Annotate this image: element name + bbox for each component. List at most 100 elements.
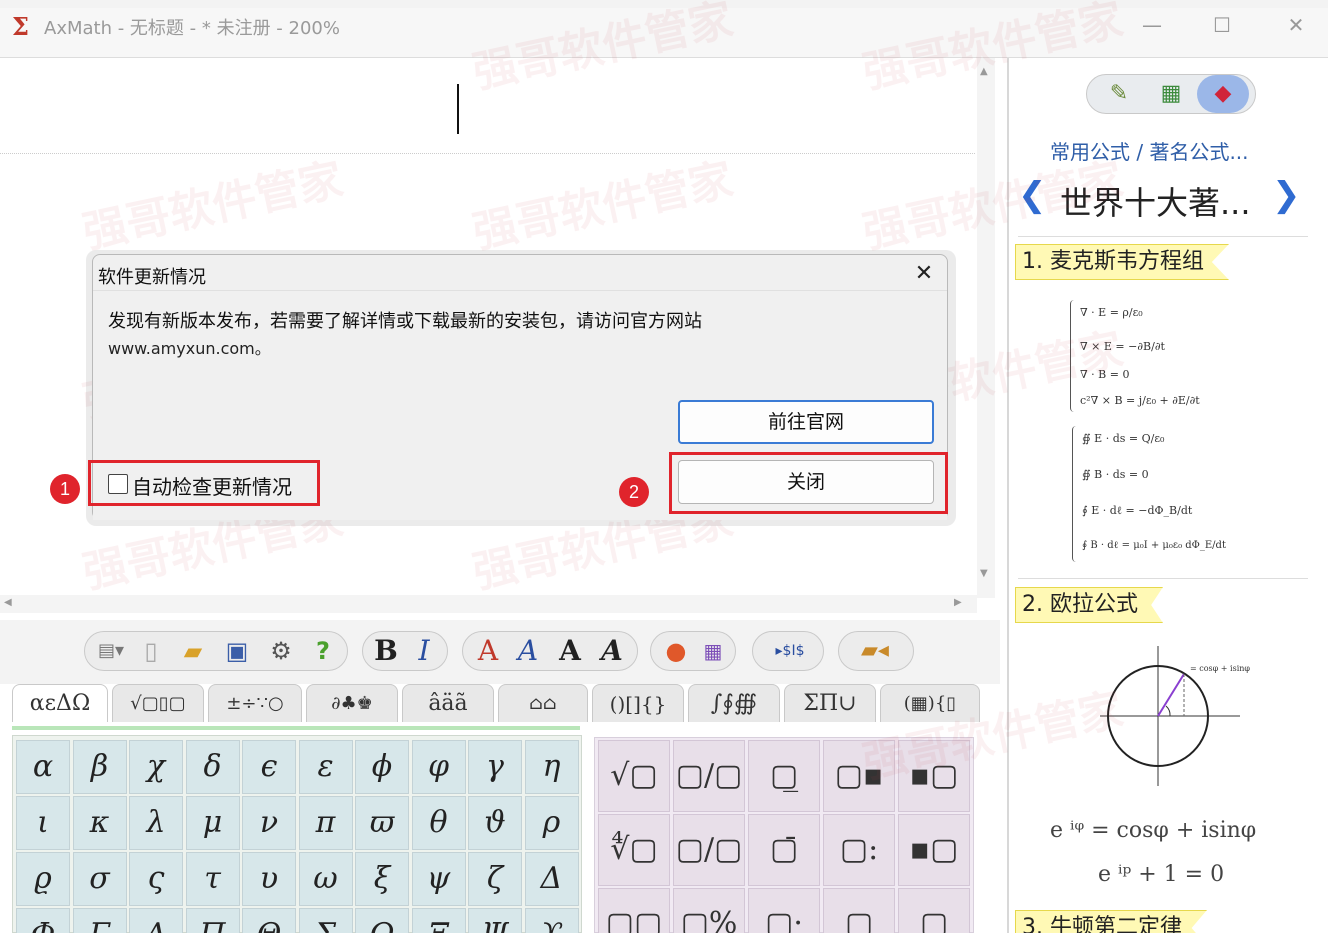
structure-template-button[interactable]: ▢▪ (823, 740, 895, 812)
greek-symbol-button[interactable]: Γ (72, 908, 127, 933)
structure-template-button[interactable]: ∜▢ (598, 814, 670, 886)
greek-symbol-button[interactable]: ψ (411, 852, 466, 906)
greek-symbol-button[interactable]: η (524, 740, 579, 794)
greek-symbol-button[interactable]: σ (72, 852, 127, 906)
greek-symbol-button[interactable]: Ω (355, 908, 409, 933)
greek-symbol-button[interactable]: Σ (298, 908, 353, 933)
tab-integrals[interactable]: ∫∮∰ (688, 684, 780, 722)
prev-formula-set-icon[interactable]: ❮ (1018, 175, 1047, 215)
tab-brackets[interactable]: ()[]{} (592, 684, 684, 722)
open-folder-icon[interactable]: ▰ (176, 634, 210, 668)
greek-symbol-button[interactable]: θ (411, 796, 466, 850)
structure-template-button[interactable]: ▢% (673, 888, 745, 933)
maxwell-line[interactable]: c²∇ × B = j/ε₀ + ∂E/∂t (1080, 394, 1200, 407)
structure-template-button[interactable]: ▢: (823, 814, 895, 886)
tab-arrows[interactable]: ⌂⌂ (498, 684, 588, 722)
greek-symbol-button[interactable]: π (298, 796, 353, 850)
greek-symbol-button[interactable]: δ (185, 740, 240, 794)
toolbox-icon[interactable]: ▰◂ (852, 634, 898, 668)
greek-symbol-button[interactable]: χ (129, 740, 183, 794)
font-style-2-button[interactable]: A (510, 634, 546, 668)
structure-template-button[interactable]: ▢̲ (748, 740, 820, 812)
greek-symbol-button[interactable]: ρ (524, 796, 579, 850)
greek-symbol-button[interactable]: ϕ (355, 740, 409, 794)
structure-template-button[interactable]: ▢/▢ (673, 740, 745, 812)
structure-template-button[interactable]: ▪▢ (898, 740, 970, 812)
greek-symbol-button[interactable]: α (16, 740, 70, 794)
section-maxwell[interactable]: 1. 麦克斯韦方程组 (1015, 244, 1229, 280)
new-file-icon[interactable]: ▯ (134, 634, 168, 668)
close-window-button[interactable]: ✕ (1276, 8, 1316, 42)
greek-symbol-button[interactable]: φ (411, 740, 466, 794)
formula-category-link[interactable]: 常用公式 / 著名公式... (1050, 136, 1249, 165)
greek-symbol-button[interactable]: Φ (16, 908, 70, 933)
greek-symbol-button[interactable]: ϖ (355, 796, 409, 850)
greek-symbol-button[interactable]: κ (72, 796, 127, 850)
maxwell-line[interactable]: ∇ × E = −∂B/∂t (1080, 340, 1165, 353)
scroll-down-icon[interactable]: ▼ (980, 568, 988, 579)
color-grid-icon[interactable]: ▦ (696, 634, 730, 668)
greek-symbol-button[interactable]: λ (129, 796, 183, 850)
greek-symbol-button[interactable]: Π (185, 908, 240, 933)
visit-website-button[interactable]: 前往官网 (678, 400, 934, 444)
greek-symbol-button[interactable]: Ξ (411, 908, 466, 933)
minimize-button[interactable]: — (1132, 8, 1172, 42)
script-mode-button[interactable]: ▸$I$ (760, 634, 820, 668)
greek-symbol-button[interactable]: ς (129, 852, 183, 906)
scroll-left-icon[interactable]: ◀ (4, 597, 12, 608)
tab-operators[interactable]: ±÷∵○ (208, 684, 302, 722)
font-style-4-button[interactable]: A (594, 634, 630, 668)
greek-symbol-button[interactable]: ϱ (16, 852, 70, 906)
greek-symbol-button[interactable]: υ (242, 852, 296, 906)
structure-template-button[interactable]: ▢̄ (748, 814, 820, 886)
greek-symbol-button[interactable]: Θ (242, 908, 296, 933)
structure-template-button[interactable]: ▪▢ (898, 814, 970, 886)
greek-symbol-button[interactable]: ϒ (524, 908, 579, 933)
dialog-close-icon[interactable]: ✕ (908, 258, 940, 290)
settings-gear-icon[interactable]: ⚙ (264, 634, 298, 668)
brush-icon[interactable]: ✎ (1093, 75, 1145, 113)
scroll-right-icon[interactable]: ▶ (954, 597, 962, 608)
help-icon[interactable]: ? (306, 634, 340, 668)
horizontal-scrollbar[interactable]: ◀ ▶ (0, 595, 977, 613)
structure-template-button[interactable]: ▢ (823, 888, 895, 933)
font-style-1-button[interactable]: A (470, 634, 506, 668)
tab-greek[interactable]: αεΔΩ (12, 684, 108, 722)
greek-symbol-button[interactable]: μ (185, 796, 240, 850)
maxwell-line[interactable]: ∇ · E = ρ/ε₀ (1080, 306, 1143, 319)
grid-icon[interactable]: ▦ (1145, 75, 1197, 113)
maxwell-line[interactable]: ∮ E · dℓ = −dΦ_B/dt (1082, 504, 1192, 517)
greek-symbol-button[interactable]: Ψ (468, 908, 522, 933)
euler-formula[interactable]: e ⁱᵠ = cosφ + isinφ (1050, 818, 1256, 843)
tab-sums[interactable]: ΣΠ∪ (784, 684, 876, 722)
greek-symbol-button[interactable]: ϑ (468, 796, 522, 850)
color-wheel-icon[interactable]: ● (658, 634, 694, 668)
greek-symbol-button[interactable]: ε (298, 740, 353, 794)
tab-matrices[interactable]: (▦){▯ (880, 684, 980, 722)
section-newton[interactable]: 3. 牛顿第二定律 (1015, 910, 1207, 933)
greek-symbol-button[interactable]: ξ (355, 852, 409, 906)
italic-button[interactable]: I (406, 634, 442, 668)
font-style-3-button[interactable]: A (552, 634, 588, 668)
book-icon[interactable]: ◆ (1197, 75, 1249, 113)
structure-template-button[interactable]: ▢ (898, 888, 970, 933)
structure-template-button[interactable]: ▢▢ (598, 888, 670, 933)
greek-symbol-button[interactable]: β (72, 740, 127, 794)
structure-template-button[interactable]: ▢· (748, 888, 820, 933)
tab-roots[interactable]: √▢▯▢ (112, 684, 204, 722)
greek-symbol-button[interactable]: τ (185, 852, 240, 906)
greek-symbol-button[interactable]: Δ (524, 852, 579, 906)
tab-accents[interactable]: âäã (402, 684, 494, 722)
layout-menu-icon[interactable]: ▤▾ (94, 634, 128, 668)
vertical-scrollbar[interactable]: ▲ ▼ (977, 58, 995, 598)
greek-symbol-button[interactable]: Λ (129, 908, 183, 933)
save-icon[interactable]: ▣ (220, 634, 254, 668)
greek-symbol-button[interactable]: ι (16, 796, 70, 850)
next-formula-set-icon[interactable]: ❯ (1272, 175, 1301, 215)
maximize-button[interactable]: ☐ (1202, 8, 1242, 42)
greek-symbol-button[interactable]: ζ (468, 852, 522, 906)
maxwell-line[interactable]: ∇ · B = 0 (1080, 368, 1129, 381)
greek-symbol-button[interactable]: ϵ (242, 740, 296, 794)
greek-symbol-button[interactable]: γ (468, 740, 522, 794)
structure-template-button[interactable]: ▢/▢ (673, 814, 745, 886)
